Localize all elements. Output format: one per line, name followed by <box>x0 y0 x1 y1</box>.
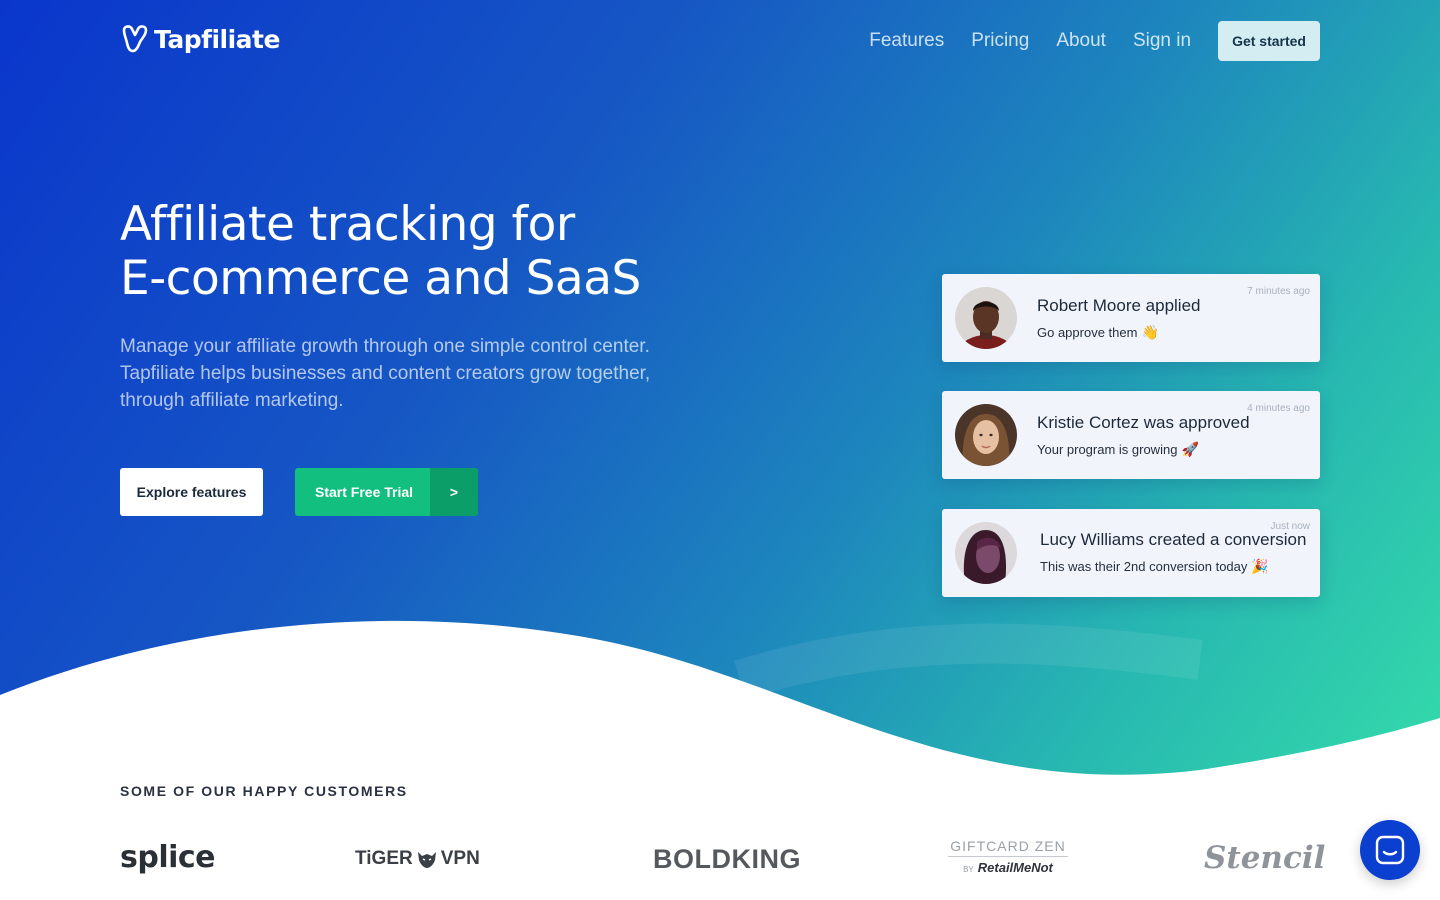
customer-logo-row: splice TiGER VPN BOLDKING GIFTCARD ZEN B… <box>0 830 1440 890</box>
customers-heading: SOME OF OUR HAPPY CUSTOMERS <box>120 783 408 799</box>
notification-message-text: Your program is growing <box>1037 442 1178 457</box>
avatar <box>955 404 1017 466</box>
headline-line-1: Affiliate tracking for <box>120 197 575 252</box>
notification-message: Your program is growing 🚀 <box>1037 441 1199 458</box>
top-navigation: Features Pricing About Sign in Get start… <box>869 21 1320 61</box>
chat-icon <box>1375 835 1405 865</box>
chat-launcher-button[interactable] <box>1360 820 1420 880</box>
notification-message: This was their 2nd conversion today 🎉 <box>1040 558 1269 575</box>
notification-message-text: Go approve them <box>1037 325 1138 340</box>
nav-link-features[interactable]: Features <box>869 30 944 52</box>
explore-features-button[interactable]: Explore features <box>120 468 263 516</box>
subtext-line-3: through affiliate marketing. <box>120 390 344 411</box>
nav-link-about[interactable]: About <box>1056 30 1106 52</box>
retailmenot-wordmark: BY RetailMeNot <box>948 860 1068 875</box>
subtext-line-1: Manage your affiliate growth through one… <box>120 336 650 357</box>
customer-logo-giftcard-zen: GIFTCARD ZEN BY RetailMeNot <box>948 838 1068 875</box>
notification-card: Lucy Williams created a conversion This … <box>942 509 1320 597</box>
start-free-trial-label: Start Free Trial <box>315 484 414 500</box>
hero-headline: Affiliate tracking for E-commerce and Sa… <box>120 198 641 306</box>
tiger-head-icon <box>417 852 436 868</box>
hero-wave-divider <box>0 620 1440 780</box>
brand-name: Tapfiliate <box>154 24 280 54</box>
notification-timestamp: 4 minutes ago <box>1247 403 1310 414</box>
get-started-button[interactable]: Get started <box>1218 21 1320 61</box>
waving-hand-icon: 👋 <box>1141 324 1159 340</box>
nav-link-pricing[interactable]: Pricing <box>971 30 1029 52</box>
party-popper-icon: 🎉 <box>1251 558 1269 574</box>
notification-card: Robert Moore applied Go approve them 👋 7 … <box>942 274 1320 362</box>
customer-logo-tigervpn: TiGER VPN <box>355 848 480 870</box>
customer-logo-stencil: Stencil <box>1204 840 1326 876</box>
customer-logo-splice: splice <box>120 840 216 875</box>
giftcard-zen-wordmark: GIFTCARD ZEN <box>948 838 1068 857</box>
retailmenot-by: BY <box>963 865 974 874</box>
notification-title: Robert Moore applied <box>1037 296 1201 315</box>
notification-message-text: This was their 2nd conversion today <box>1040 559 1248 574</box>
avatar <box>955 522 1017 584</box>
brand-logo[interactable]: Tapfiliate <box>120 24 280 54</box>
notification-card: Kristie Cortez was approved Your program… <box>942 391 1320 479</box>
start-free-trial-button[interactable]: Start Free Trial > <box>295 468 478 516</box>
hero-subtext: Manage your affiliate growth through one… <box>120 333 680 414</box>
notification-timestamp: Just now <box>1270 521 1310 532</box>
headline-line-2: E-commerce and SaaS <box>120 251 641 306</box>
tigervpn-text-right: VPN <box>440 848 480 869</box>
rocket-icon: 🚀 <box>1181 441 1199 457</box>
notification-message: Go approve them 👋 <box>1037 324 1159 341</box>
avatar <box>955 287 1017 349</box>
tapfiliate-logo-icon <box>122 25 148 53</box>
nav-link-sign-in[interactable]: Sign in <box>1133 30 1191 52</box>
tigervpn-text-left: TiGER <box>355 848 413 869</box>
customer-logo-boldking: BOLDKING <box>653 844 801 874</box>
retailmenot-name: RetailMeNot <box>977 860 1053 875</box>
notification-title: Lucy Williams created a conversion <box>1040 530 1307 549</box>
subtext-line-2: Tapfiliate helps businesses and content … <box>120 363 651 384</box>
notification-title: Kristie Cortez was approved <box>1037 413 1250 432</box>
arrow-right-icon: > <box>430 468 478 516</box>
notification-timestamp: 7 minutes ago <box>1247 286 1310 297</box>
